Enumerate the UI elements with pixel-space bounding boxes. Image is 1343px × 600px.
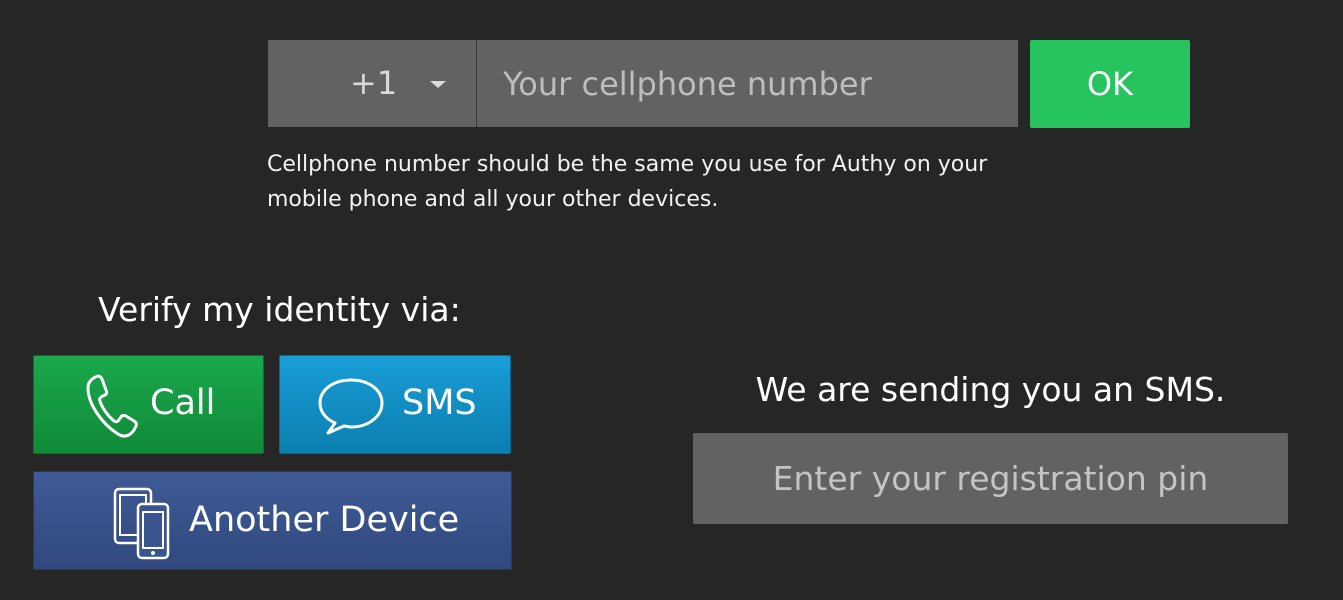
phone-icon — [84, 372, 140, 444]
phone-hint-text: Cellphone number should be the same you … — [267, 152, 988, 212]
speech-bubble-icon — [316, 376, 386, 440]
another-device-button[interactable]: Another Device — [33, 471, 512, 570]
call-button-label: Call — [150, 383, 216, 423]
registration-pin-input[interactable] — [693, 433, 1288, 524]
country-code-value: +1 — [350, 64, 398, 102]
sms-button[interactable]: SMS — [279, 355, 511, 454]
sms-button-label: SMS — [402, 383, 477, 423]
call-button[interactable]: Call — [33, 355, 264, 454]
ok-button[interactable]: OK — [1030, 40, 1190, 128]
phone-number-input[interactable] — [477, 40, 1018, 127]
country-code-select[interactable]: +1 — [268, 40, 476, 127]
devices-icon — [112, 486, 172, 566]
registration-page: +1 OK Cellphone number should be the sam… — [0, 0, 1343, 600]
another-device-button-label: Another Device — [189, 500, 460, 540]
verify-title: Verify my identity via: — [98, 290, 461, 329]
sms-status-text: We are sending you an SMS. — [755, 370, 1226, 409]
chevron-down-icon — [430, 81, 446, 88]
